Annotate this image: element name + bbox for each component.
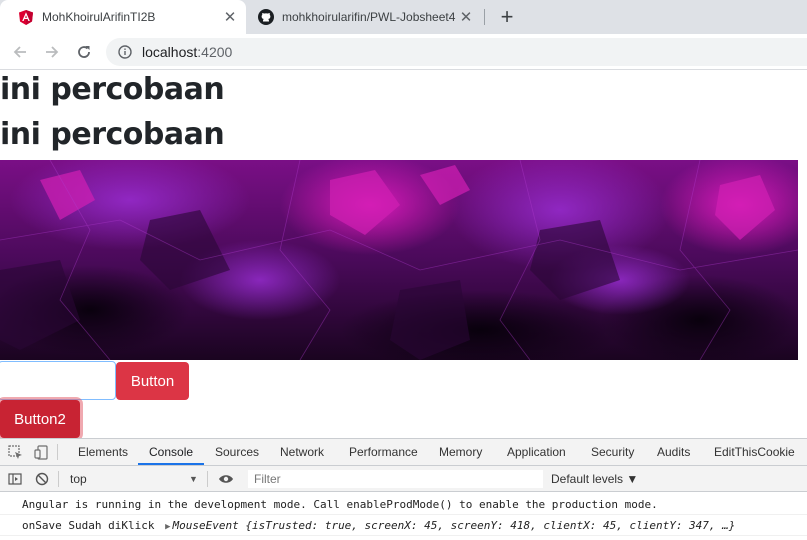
context-selector[interactable]: top — [70, 466, 87, 492]
devtools-tabbar: Elements Console Sources Network Perform… — [0, 439, 807, 466]
page-content: ini percobaan ini percobaan Button Butto… — [0, 70, 807, 438]
console-message: onSave Sudah diKlick ▶ MouseEvent {isTrus… — [0, 515, 807, 536]
tab-strip: MohKhoirulArifinTI2B ✕ mohkhoirularifin/… — [0, 0, 807, 34]
heading-2: ini percobaan — [0, 117, 225, 152]
url-port: :4200 — [197, 44, 233, 60]
sidebar-toggle-icon[interactable] — [7, 471, 23, 487]
console-toolbar: top ▼ Filter Default levels ▼ — [0, 466, 807, 492]
reload-button[interactable] — [70, 38, 98, 66]
address-bar[interactable]: localhost:4200 — [106, 38, 807, 66]
tab-title: MohKhoirulArifinTI2B — [42, 10, 156, 24]
angular-icon — [18, 9, 34, 25]
arrow-right-icon — [46, 46, 59, 58]
log-levels-dropdown[interactable]: Default levels ▼ — [551, 466, 638, 492]
info-icon[interactable] — [118, 45, 132, 59]
inspect-element-icon[interactable] — [7, 444, 23, 460]
heading-1: ini percobaan — [0, 72, 225, 107]
reload-icon — [78, 46, 90, 58]
devtools-tab-memory[interactable]: Memory — [439, 439, 482, 465]
divider — [207, 471, 208, 487]
console-message: Angular is running in the development mo… — [0, 494, 807, 515]
devtools-tab-console[interactable]: Console — [138, 439, 205, 465]
forward-button[interactable] — [38, 38, 66, 66]
back-button[interactable] — [6, 38, 34, 66]
chevron-down-icon[interactable]: ▼ — [189, 466, 198, 492]
button2[interactable]: Button2 — [0, 400, 80, 438]
arrow-left-icon — [13, 46, 26, 58]
eye-icon[interactable] — [218, 471, 234, 487]
devtools-tab-audits[interactable]: Audits — [657, 439, 690, 465]
devtools-tab-security[interactable]: Security — [591, 439, 634, 465]
devtools-tab-performance[interactable]: Performance — [349, 439, 418, 465]
button[interactable]: Button — [116, 362, 189, 400]
browser-tab-active[interactable]: MohKhoirulArifinTI2B ✕ — [0, 0, 246, 34]
devtools-panel: Elements Console Sources Network Perform… — [0, 438, 807, 540]
devtools-tab-editthiscookie[interactable]: EditThisCookie — [714, 439, 795, 465]
text-input[interactable] — [0, 361, 116, 400]
console-object[interactable]: MouseEvent {isTrusted: true, screenX: 45… — [173, 519, 736, 532]
device-toolbar-icon[interactable] — [33, 444, 49, 460]
github-icon — [258, 9, 274, 25]
tab-title: mohkhoirularifin/PWL-Jobsheet4 — [282, 10, 456, 24]
url-host: localhost — [142, 44, 198, 60]
browser-toolbar: localhost:4200 — [0, 34, 807, 70]
browser-tab-inactive[interactable]: mohkhoirularifin/PWL-Jobsheet4 ✕ — [248, 0, 482, 34]
devtools-tab-elements[interactable]: Elements — [78, 439, 128, 465]
expand-triangle-icon[interactable]: ▶ — [165, 522, 170, 532]
tab-separator — [484, 9, 485, 25]
url-text: localhost:4200 — [142, 44, 232, 60]
devtools-tab-application[interactable]: Application — [507, 439, 566, 465]
divider — [58, 471, 59, 487]
devtools-tab-sources[interactable]: Sources — [215, 439, 259, 465]
new-tab-button[interactable]: + — [494, 4, 520, 29]
console-text: onSave Sudah diKlick — [22, 519, 155, 532]
close-tab-icon[interactable]: ✕ — [220, 7, 240, 27]
close-tab-icon[interactable]: ✕ — [456, 7, 476, 27]
divider — [57, 444, 58, 460]
banner-image — [0, 160, 798, 360]
clear-console-icon[interactable] — [34, 471, 50, 487]
devtools-tab-network[interactable]: Network — [280, 439, 324, 465]
filter-input[interactable]: Filter — [248, 470, 543, 488]
